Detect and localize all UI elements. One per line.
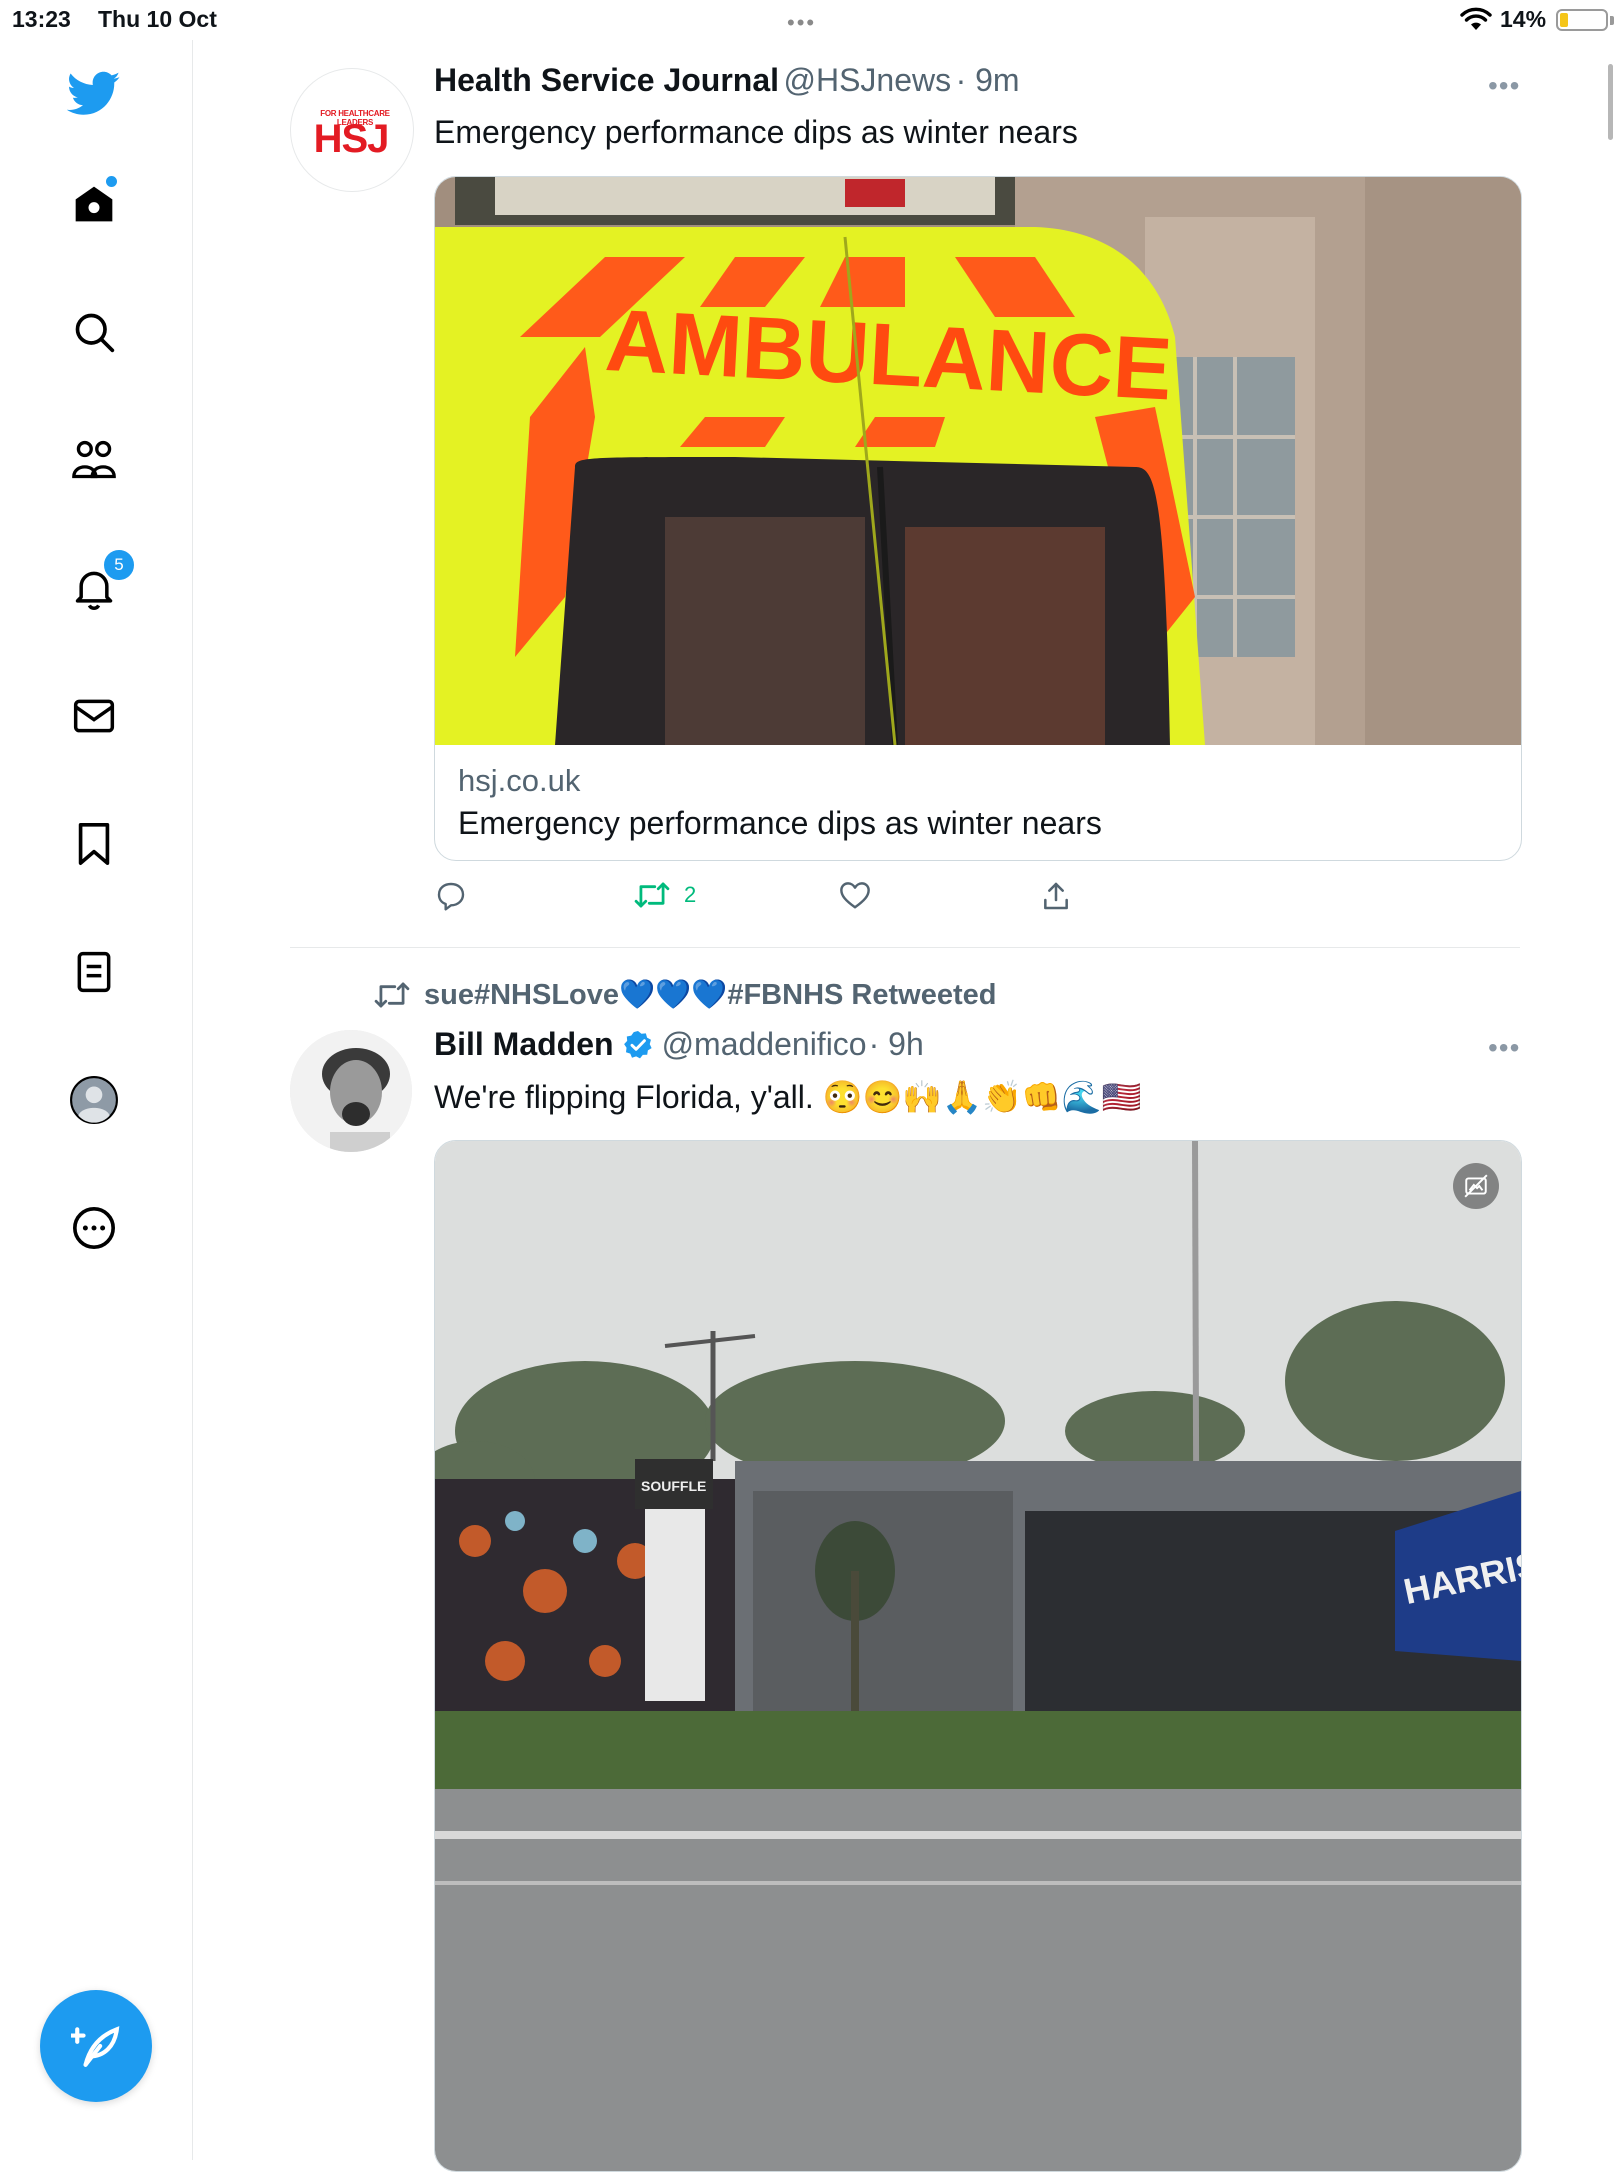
retweeted-by-text: sue#NHSLove💙💙💙#FBNHS Retweeted xyxy=(424,979,997,1011)
author-name[interactable]: Health Service Journal xyxy=(434,62,779,98)
wifi-icon xyxy=(1460,7,1492,30)
tweet-time[interactable]: · 9m xyxy=(956,62,1020,98)
communities-icon[interactable] xyxy=(66,432,122,488)
share-icon xyxy=(1044,882,1068,910)
battery-icon xyxy=(1556,9,1608,31)
card-title: Emergency performance dips as winter nea… xyxy=(458,805,1102,841)
like-heart-icon xyxy=(840,882,870,909)
ambulance-image: AMBULANCE xyxy=(435,177,1521,745)
share-button[interactable] xyxy=(1040,880,1072,912)
card-domain: hsj.co.uk xyxy=(458,763,581,798)
multitasking-dots[interactable]: ••• xyxy=(787,10,816,36)
profile-avatar-icon[interactable] xyxy=(66,1072,122,1128)
tweet-header-2: Bill Madden @maddenifico · 9h xyxy=(434,1026,924,1063)
author-handle[interactable]: @HSJnews xyxy=(783,62,951,98)
retweet-icon xyxy=(634,882,670,908)
tweet-time[interactable]: · 9h xyxy=(869,1026,924,1063)
tweet-divider xyxy=(290,947,1520,948)
tweet-more-menu-icon[interactable]: ••• xyxy=(1488,70,1520,102)
compose-feather-icon xyxy=(71,2026,120,2067)
tweet-more-menu-icon[interactable]: ••• xyxy=(1488,1032,1520,1064)
like-button[interactable] xyxy=(838,880,872,910)
twitter-bird-icon[interactable] xyxy=(66,66,122,122)
status-time: 13:23 xyxy=(12,6,71,32)
hsj-logo-text: HSJ xyxy=(313,117,390,161)
scrollbar[interactable] xyxy=(1608,64,1613,140)
author-handle[interactable]: @maddenifico xyxy=(662,1026,867,1063)
search-icon[interactable] xyxy=(66,304,122,360)
storm-street-image: HARRIS WALZ SOUFFLE xyxy=(435,1141,1521,2171)
retweet-button[interactable]: 2 xyxy=(634,880,696,910)
home-new-dot xyxy=(104,174,119,189)
retweeted-icon xyxy=(374,982,410,1008)
compose-tweet-button[interactable] xyxy=(40,1990,152,2102)
sidebar: 5 xyxy=(0,40,193,2160)
tweet-text: We're flipping Florida, y'all. 😳😊🙌🙏👏👊🌊🇺🇸 xyxy=(434,1079,1142,1115)
verified-badge-icon xyxy=(623,1030,652,1058)
tweet-header: Health Service Journal @HSJnews · 9m xyxy=(434,62,1020,99)
notifications-badge: 5 xyxy=(102,548,136,582)
battery-percent: 14% xyxy=(1500,6,1547,32)
media-sign-text: SOUFFLE xyxy=(641,1478,706,1494)
more-options-icon[interactable] xyxy=(66,1200,122,1256)
messages-icon[interactable] xyxy=(66,688,122,744)
bookmarks-icon[interactable] xyxy=(66,816,122,872)
tweet-video-media[interactable]: HARRIS WALZ SOUFFLE xyxy=(434,1140,1522,2172)
status-bar: 13:23 Thu 10 Oct ••• 14% xyxy=(0,0,1620,40)
reply-button[interactable] xyxy=(434,880,468,912)
retweet-count: 2 xyxy=(684,882,697,907)
home-icon[interactable] xyxy=(66,174,122,232)
link-card[interactable]: AMBULANCE hsj.co.uk Emergency performanc… xyxy=(434,176,1522,861)
hsj-avatar[interactable]: FOR HEALTHCARE LEADERS HSJ xyxy=(290,68,414,192)
reply-icon xyxy=(437,882,465,911)
tweet-text: Emergency performance dips as winter nea… xyxy=(434,114,1078,150)
lists-icon[interactable] xyxy=(66,944,122,1000)
status-date: Thu 10 Oct xyxy=(98,6,217,32)
media-alt-icon[interactable] xyxy=(1453,1163,1499,1209)
bill-madden-avatar[interactable] xyxy=(290,1030,412,1152)
notifications-bell-icon[interactable]: 5 xyxy=(66,548,136,616)
retweeted-by-line[interactable]: sue#NHSLove💙💙💙#FBNHS Retweeted xyxy=(374,978,996,1012)
author-name[interactable]: Bill Madden xyxy=(434,1026,614,1063)
